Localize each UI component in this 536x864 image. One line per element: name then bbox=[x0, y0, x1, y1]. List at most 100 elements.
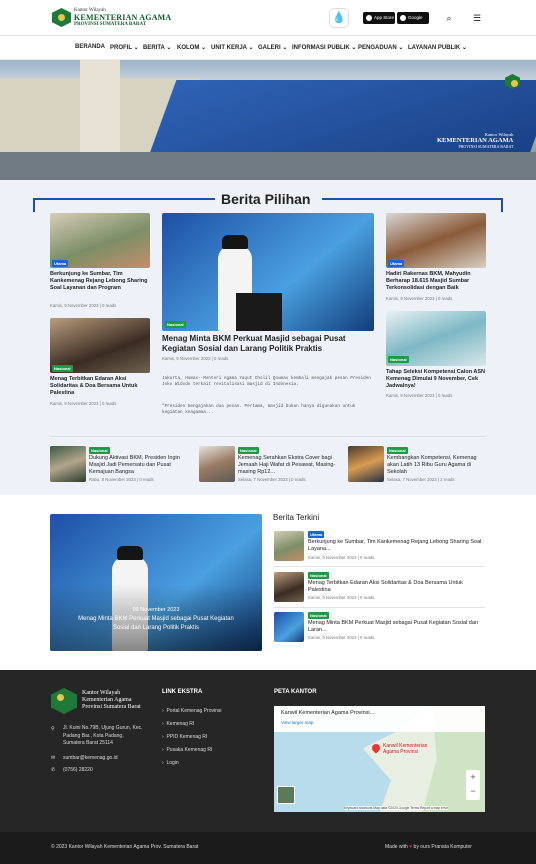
news-title[interactable]: Dukung Aktivasi BKM, Presiden Ingin Masj… bbox=[89, 455, 187, 476]
news-title[interactable]: Menag Minta BKM Perkuat Masjid sebagai P… bbox=[308, 620, 484, 634]
news-title[interactable]: Hadiri Rakernas BKM, Mahyudin Berharap 1… bbox=[386, 271, 486, 292]
nav-informasi-publik-label: INFORMASI PUBLIK bbox=[292, 45, 350, 51]
chevron-down-icon: ⌄ bbox=[461, 45, 467, 51]
drop-icon[interactable]: 💧 bbox=[329, 8, 349, 28]
nav-pengaduan-label: PENGADUAN bbox=[358, 45, 397, 51]
category-badge[interactable]: Nasional bbox=[308, 612, 329, 619]
footer-link[interactable]: › Login bbox=[162, 760, 179, 766]
news-title[interactable]: Berkunjung ke Sumbar, Tim Kankemenag Rej… bbox=[308, 539, 484, 553]
section-line-right-tick bbox=[501, 198, 503, 212]
search-icon[interactable]: ⌕ bbox=[443, 12, 455, 24]
news-thumb[interactable] bbox=[274, 531, 304, 561]
category-badge[interactable]: Nasional bbox=[388, 356, 409, 363]
zoom-out-icon[interactable]: − bbox=[466, 784, 480, 798]
nav-berita[interactable]: BERITA ⌄ bbox=[143, 44, 171, 51]
nav-informasi-publik[interactable]: INFORMASI PUBLIK ⌄ bbox=[292, 44, 356, 51]
news-title[interactable]: Menag Terbitkan Edaran Aksi Solidaritas … bbox=[50, 376, 150, 397]
menu-icon[interactable]: ☰ bbox=[471, 12, 483, 24]
hero-banner: Kantor Wilayah KEMENTERIAN AGAMA PROVINS… bbox=[0, 60, 536, 180]
nav-unit-kerja[interactable]: UNIT KERJA ⌄ bbox=[211, 44, 253, 51]
section-line-left bbox=[35, 198, 215, 200]
news-title[interactable]: Kemenag Serahkan Ekstra Cover bagi Jemaa… bbox=[238, 455, 336, 476]
main-news-image[interactable] bbox=[162, 213, 374, 331]
site-header: Kantor Wilayah KEMENTERIAN AGAMA PROVINS… bbox=[0, 0, 536, 36]
category-badge[interactable]: Nasional bbox=[52, 365, 73, 372]
category-badge[interactable]: Utama bbox=[388, 260, 405, 267]
news-meta: Kamis, 9 November 2023 | 0 reads bbox=[308, 555, 375, 560]
nav-galeri[interactable]: GALERI ⌄ bbox=[258, 44, 287, 51]
mail-icon: ✉ bbox=[51, 755, 56, 761]
featured-title[interactable]: Menag Minta BKM Perkuat Masjid sebagai P… bbox=[76, 615, 236, 633]
news-thumb[interactable] bbox=[199, 446, 235, 482]
footer-link[interactable]: › Pusaka Kemenag RI bbox=[162, 747, 212, 753]
footer-link-label: Portal Kemenag Provinsi bbox=[166, 708, 222, 714]
footer-phone[interactable]: (0756) 28220 bbox=[63, 767, 93, 773]
office-map[interactable]: Kanwil Kementerian Agama Provinsi... Vie… bbox=[274, 706, 485, 812]
news-title[interactable]: Menag Terbitkan Edaran Aksi Solidaritas … bbox=[308, 580, 484, 594]
news-thumb[interactable] bbox=[348, 446, 384, 482]
main-news-quote: "Presiden mengajakan dua pesan. Pertama,… bbox=[162, 404, 356, 416]
divider bbox=[273, 607, 485, 608]
footer-link-label: Kemenag RI bbox=[166, 721, 195, 727]
category-badge[interactable]: Nasional bbox=[165, 321, 186, 328]
news-meta: Kamis, 9 November 2023 | 0 reads bbox=[50, 401, 117, 406]
main-nav: BERANDA PROFIL ⌄ BERITA ⌄ KOLOM ⌄ UNIT K… bbox=[0, 37, 536, 60]
zoom-in-icon[interactable]: + bbox=[466, 770, 480, 784]
category-badge[interactable]: Nasional bbox=[387, 447, 408, 454]
speaker-cap bbox=[117, 546, 143, 560]
copyright-bar: © 2023 Kantor Wilayah Kementerian Agama … bbox=[0, 832, 536, 864]
nav-layanan-publik[interactable]: LAYANAN PUBLIK ⌄ bbox=[408, 44, 467, 51]
news-meta: Rabu, 8 November 2023 | 0 reads bbox=[89, 477, 154, 482]
nav-beranda[interactable]: BERANDA bbox=[75, 44, 105, 50]
category-badge[interactable]: Nasional bbox=[308, 572, 329, 579]
category-badge[interactable]: Nasional bbox=[238, 447, 259, 454]
footer-link[interactable]: › PPID Kemenag RI bbox=[162, 734, 207, 740]
nav-profil[interactable]: PROFIL ⌄ bbox=[110, 44, 139, 51]
footer-link[interactable]: › Kemenag RI bbox=[162, 721, 194, 727]
news-meta: Kamis, 9 November 2023 | 0 reads bbox=[386, 296, 453, 301]
footer-org: Kantor Wilayah Kementerian Agama Provins… bbox=[82, 690, 141, 712]
category-badge[interactable]: Nasional bbox=[89, 447, 110, 454]
main-news-title[interactable]: Menag Minta BKM Perkuat Masjid sebagai P… bbox=[162, 334, 374, 353]
location-icon: ⚲ bbox=[51, 726, 55, 732]
nav-pengaduan[interactable]: PENGADUAN ⌄ bbox=[358, 44, 403, 51]
divider bbox=[273, 566, 485, 567]
news-title[interactable]: Berkunjung ke Sumbar, Tim Kankemenag Rej… bbox=[50, 271, 150, 292]
chevron-right-icon: › bbox=[162, 721, 164, 727]
news-title[interactable]: Kembangkan Kompetensi, Kemenag akan Lati… bbox=[387, 455, 485, 476]
news-meta: Kamis, 9 November 2023 | 0 reads bbox=[386, 393, 453, 398]
map-larger-link[interactable]: View larger map bbox=[281, 720, 313, 725]
footer-link-label: PPID Kemenag RI bbox=[166, 734, 208, 740]
news-thumb[interactable] bbox=[274, 612, 304, 642]
footer-email[interactable]: sumbar@kemenag.go.id bbox=[63, 755, 118, 761]
chevron-right-icon: › bbox=[162, 747, 164, 753]
map-satellite-toggle[interactable] bbox=[277, 786, 295, 804]
app-store-button[interactable]: App Store bbox=[363, 12, 395, 24]
chevron-down-icon: ⌄ bbox=[133, 45, 139, 51]
featured-date: 09 November 2023 bbox=[132, 607, 180, 613]
berita-pilihan-title: Berita Pilihan bbox=[217, 191, 315, 207]
news-thumb[interactable] bbox=[274, 572, 304, 602]
map-pin-label: Kanwil Kementerian Agama Provinsi bbox=[383, 743, 428, 755]
made-with: Made with ♥ by ours Pranata Komputer bbox=[385, 844, 472, 850]
news-meta: Selasa, 7 November 2023 | 0 reads bbox=[238, 477, 306, 482]
google-play-button[interactable]: Google Play bbox=[397, 12, 429, 32]
news-thumb[interactable] bbox=[50, 446, 86, 482]
map-title: PETA KANTOR bbox=[274, 689, 317, 695]
heart-icon: ♥ bbox=[409, 844, 413, 850]
podium bbox=[236, 293, 282, 331]
featured-news-image[interactable]: 09 November 2023 Menag Minta BKM Perkuat… bbox=[50, 514, 262, 651]
category-badge[interactable]: Utama bbox=[52, 260, 69, 267]
news-title[interactable]: Tahap Seleksi Kompetensi Calon ASN Kemen… bbox=[386, 369, 486, 390]
category-badge[interactable]: Utama bbox=[308, 531, 325, 538]
kemenag-logo[interactable] bbox=[52, 8, 71, 27]
nav-kolom[interactable]: KOLOM ⌄ bbox=[177, 44, 206, 51]
map-zoom-controls: + − bbox=[466, 770, 480, 800]
divider bbox=[50, 436, 486, 437]
chevron-right-icon: › bbox=[162, 760, 164, 766]
map-place-name: Kanwil Kementerian Agama Provinsi... bbox=[281, 710, 375, 716]
footer-link[interactable]: › Portal Kemenag Provinsi bbox=[162, 708, 221, 714]
brand-text[interactable]: Kantor Wilayah KEMENTERIAN AGAMA PROVINS… bbox=[74, 8, 171, 28]
chevron-down-icon: ⌄ bbox=[166, 45, 172, 51]
made-by-label: by ours Pranata Komputer bbox=[413, 844, 472, 850]
